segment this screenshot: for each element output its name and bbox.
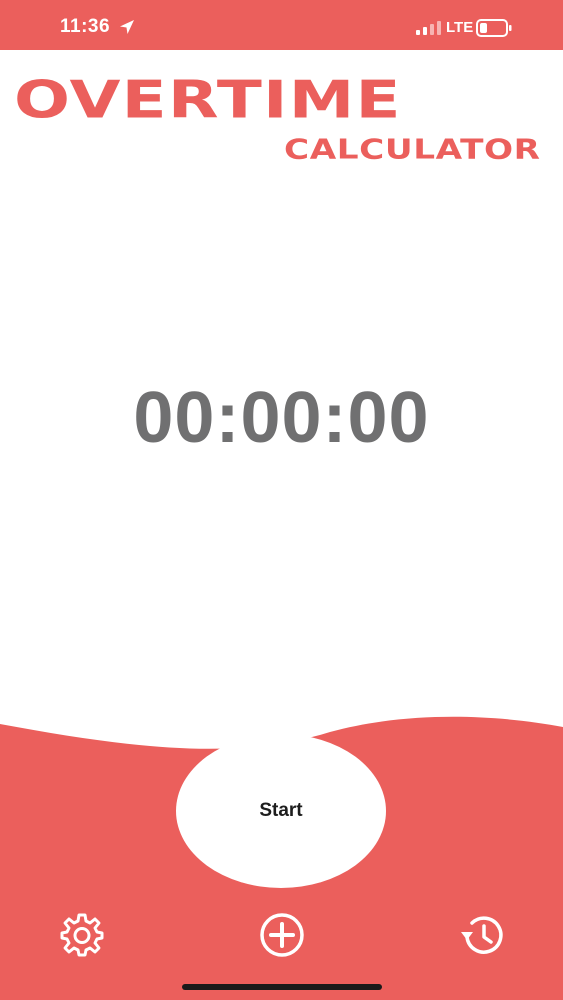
start-button-label: Start (259, 800, 303, 821)
status-bar: 11:36 LTE (0, 0, 563, 50)
gear-icon[interactable] (58, 911, 106, 959)
plus-circle-icon[interactable] (258, 911, 306, 959)
app-title: OVERTIME (14, 70, 402, 130)
timer-display: 00:00:00 (133, 378, 430, 458)
status-time: 11:36 (60, 16, 111, 37)
location-arrow-icon (120, 20, 134, 34)
home-indicator (182, 984, 382, 990)
battery-icon (476, 19, 512, 37)
network-type: LTE (446, 19, 474, 36)
history-clock-icon[interactable] (458, 911, 506, 959)
app-subtitle: CALCULATOR (284, 133, 541, 166)
cellular-signal-icon (416, 21, 441, 35)
start-button[interactable]: Start (176, 734, 386, 888)
